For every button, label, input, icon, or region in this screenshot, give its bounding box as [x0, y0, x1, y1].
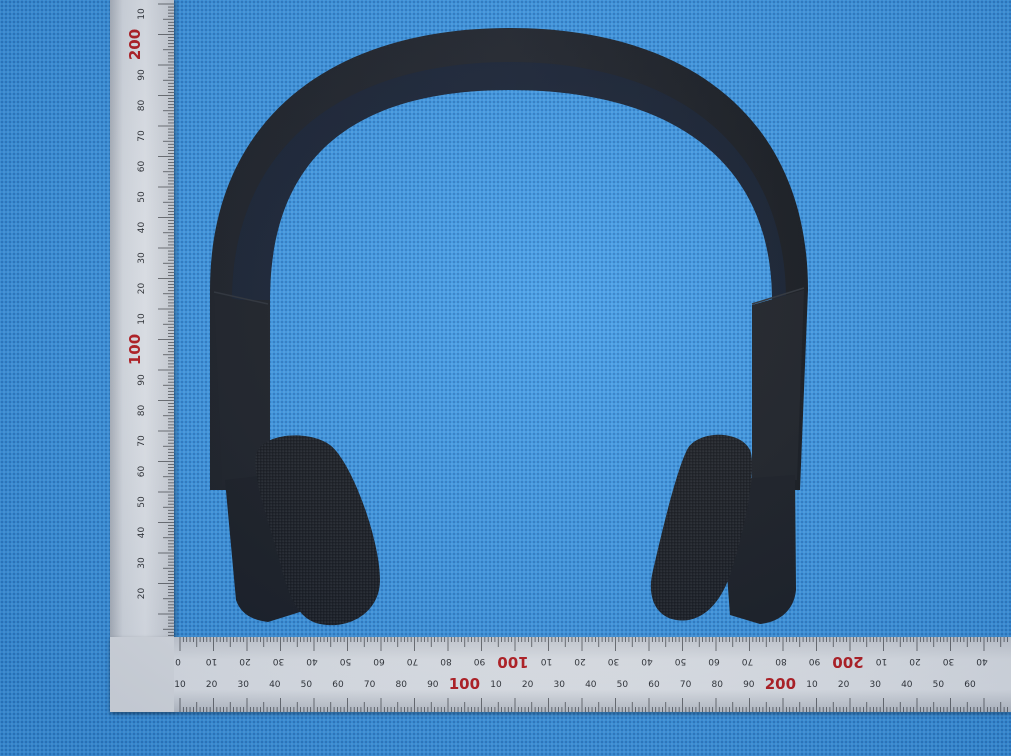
ruler-minor-label: 70	[364, 680, 376, 690]
photo-stage: 10 200 90 80 70 60 50 40 30 20 10 100 90 80 70 60 50 40 30…	[0, 0, 1011, 756]
ruler-major-label: 100	[449, 675, 480, 693]
ruler-major-label: 200	[765, 675, 796, 693]
ruler-minor-label: 80	[440, 656, 452, 666]
ruler-minor-label: 30	[553, 680, 565, 690]
ruler-minor-label: 10	[137, 313, 147, 325]
ruler-minor-label: 20	[522, 680, 534, 690]
headband	[210, 28, 808, 490]
ruler-minor-label: 90	[474, 656, 486, 666]
ruler-minor-label: 50	[301, 680, 313, 690]
ruler-minor-label: 60	[373, 656, 385, 666]
ruler-minor-label: 60	[964, 680, 976, 690]
ruler-minor-label: 20	[909, 656, 921, 666]
ruler-minor-label: 40	[137, 527, 147, 539]
ruler-minor-label: 10	[174, 680, 186, 690]
ruler-minor-label: 20	[239, 656, 251, 666]
ruler-minor-label: 20	[137, 588, 147, 600]
ruler-minor-label: 80	[775, 656, 787, 666]
ruler-major-label: 100	[497, 653, 528, 671]
ruler-minor-label: 10	[541, 656, 553, 666]
ruler-minor-label: 30	[137, 557, 147, 569]
ruler-minor-label: 40	[585, 680, 597, 690]
ruler-major-label: 100	[126, 334, 144, 365]
ruler-minor-label: 60	[648, 680, 660, 690]
ruler-minor-label: 50	[340, 656, 352, 666]
ruler-minor-label: 20	[838, 680, 850, 690]
ruler-minor-label: 10	[206, 656, 218, 666]
ruler-minor-label: 90	[743, 680, 755, 690]
ruler-major-label: 200	[832, 653, 863, 671]
ruler-minor-label: 70	[407, 656, 419, 666]
ruler-minor-label: 80	[137, 405, 147, 417]
ruler-minor-label: 40	[306, 656, 318, 666]
horizontal-ruler: 0 10 20 30 40 50 60 70 80 90 100 10 20 30 40 50 60 70 80 90…	[110, 637, 1011, 712]
ruler-corner	[110, 637, 174, 712]
ruler-minor-label: 80	[137, 100, 147, 112]
ruler-minor-label: 50	[137, 191, 147, 203]
ruler-minor-label: 20	[574, 656, 586, 666]
ruler-minor-label: 30	[137, 252, 147, 264]
ruler-minor-label: 30	[869, 680, 881, 690]
ruler-minor-label: 70	[137, 435, 147, 447]
ruler-minor-label: 30	[273, 656, 285, 666]
ruler-minor-label: 10	[137, 8, 147, 20]
ruler-minor-label: 50	[933, 680, 945, 690]
ruler-minor-label: 20	[206, 680, 218, 690]
ruler-minor-label: 10	[876, 656, 888, 666]
ruler-minor-label: 30	[943, 656, 955, 666]
ruler-minor-label: 70	[742, 656, 754, 666]
ruler-minor-label: 50	[675, 656, 687, 666]
ruler-minor-label: 10	[806, 680, 818, 690]
ruler-minor-label: 40	[269, 680, 281, 690]
ruler-minor-label: 60	[708, 656, 720, 666]
ruler-minor-label: 30	[237, 680, 249, 690]
ruler-minor-label: 40	[901, 680, 913, 690]
ruler-minor-label: 90	[809, 656, 821, 666]
horizontal-ruler-scale: 0 10 20 30 40 50 60 70 80 90 100 10 20 30 40 50 60 70 80 90…	[174, 637, 1008, 712]
ruler-minor-label: 90	[137, 69, 147, 81]
vertical-ruler-scale: 10 200 90 80 70 60 50 40 30 20 10 100 90 80 70 60 50 40 30…	[126, 3, 174, 642]
vertical-ruler: 10 200 90 80 70 60 50 40 30 20 10 100 90 80 70 60 50 40 30…	[110, 0, 174, 712]
ruler-minor-label: 70	[680, 680, 692, 690]
ruler-minor-label: 40	[976, 656, 988, 666]
ruler-minor-label: 70	[137, 130, 147, 142]
ruler-minor-label: 30	[608, 656, 620, 666]
ruler-minor-label: 40	[641, 656, 653, 666]
ruler-minor-label: 50	[137, 496, 147, 508]
ruler-minor-label: 60	[137, 466, 147, 478]
ruler-minor-label: 80	[395, 680, 407, 690]
ruler-minor-label: 90	[137, 374, 147, 386]
ruler-minor-label: 90	[427, 680, 439, 690]
ruler-minor-label: 80	[711, 680, 723, 690]
ruler-minor-label: 50	[617, 680, 629, 690]
ruler-minor-label: 0	[175, 656, 181, 666]
ruler-minor-label: 20	[137, 283, 147, 295]
ruler-minor-label: 60	[332, 680, 344, 690]
ruler-minor-label: 40	[137, 222, 147, 234]
ruler-minor-label: 10	[490, 680, 502, 690]
ruler-minor-label: 60	[137, 161, 147, 173]
ruler-major-label: 200	[126, 29, 144, 60]
